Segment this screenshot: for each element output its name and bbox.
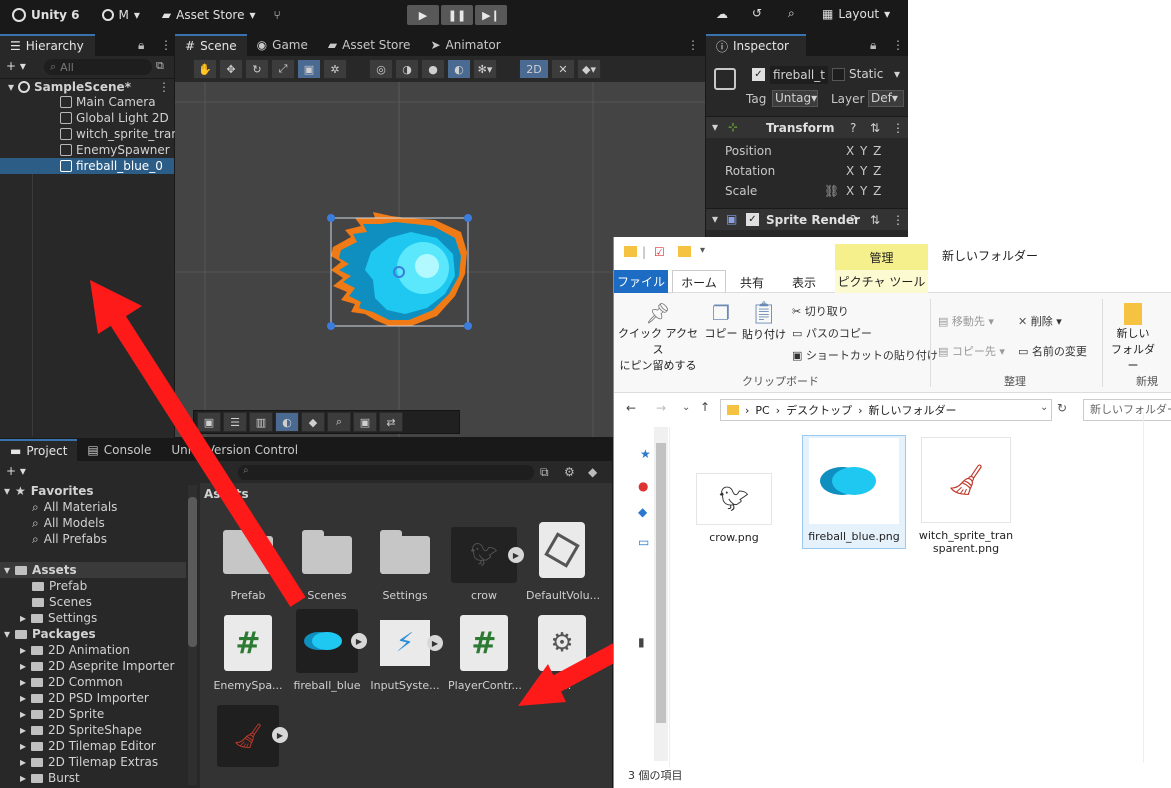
copy-path-button[interactable]: ▭ パスのコピー bbox=[792, 325, 872, 341]
path-segment[interactable]: 新しいフォルダー bbox=[869, 402, 957, 418]
chevron-down-icon[interactable]: ▾ bbox=[700, 245, 705, 256]
chevron-right-icon: › bbox=[775, 403, 781, 417]
divider bbox=[930, 299, 931, 387]
dropbox-icon[interactable]: ◆ bbox=[638, 505, 647, 519]
clipboard-icon: 📋︎ bbox=[750, 301, 778, 326]
drive-icon[interactable]: ▮ bbox=[638, 635, 645, 649]
folder-icon bbox=[624, 246, 637, 257]
tab-label: ピクチャ ツール bbox=[837, 275, 926, 289]
organize-group-label: 整理 bbox=[1004, 375, 1026, 388]
file-item-selected[interactable]: fireball_blue.png bbox=[802, 435, 906, 549]
up-arrow-icon[interactable]: ↑ bbox=[700, 400, 710, 414]
button-label: 新しい フォルダー bbox=[1111, 327, 1155, 372]
divider bbox=[1102, 299, 1103, 387]
button-label: 移動先 bbox=[951, 315, 985, 328]
quick-access-icon[interactable]: ★ bbox=[640, 447, 651, 461]
separator: | bbox=[642, 245, 647, 259]
scissors-icon: ✂ bbox=[792, 305, 805, 318]
arrow-to-hierarchy bbox=[90, 280, 306, 607]
chevron-right-icon: › bbox=[745, 403, 750, 417]
clipboard-group-label: クリップボード bbox=[742, 375, 819, 388]
content-scrollbar[interactable] bbox=[1143, 413, 1171, 763]
shortcut-icon: ▣ bbox=[792, 349, 806, 362]
tab-share[interactable]: 共有 bbox=[740, 274, 764, 291]
refresh-icon[interactable]: ↻ bbox=[1057, 401, 1067, 415]
delete-button[interactable]: ✕ 削除 ▾ bbox=[1018, 313, 1062, 329]
tab-picture-tools[interactable]: ピクチャ ツール bbox=[835, 270, 928, 293]
copy-to-icon: ▤ bbox=[938, 345, 952, 358]
file-item[interactable]: 🧹︎ witch_sprite_transparent.png bbox=[918, 437, 1014, 567]
fireball-icon bbox=[832, 467, 876, 495]
chevron-down-icon[interactable]: ⌄ bbox=[682, 402, 690, 413]
rename-icon: ▭ bbox=[1018, 345, 1032, 358]
cut-button[interactable]: ✂ 切り取り bbox=[792, 303, 849, 319]
path-segment[interactable]: PC bbox=[755, 404, 769, 417]
explorer-titlebar: | ☑ ▾ 管理 新しいフォルダー bbox=[614, 237, 1171, 270]
address-bar[interactable]: › PC › デスクトップ › 新しいフォルダー bbox=[720, 399, 1052, 421]
tab-label: ホーム bbox=[681, 275, 717, 290]
pin-quick-access-button[interactable]: 📌︎ クイック アクセス にピン留めする bbox=[618, 301, 698, 373]
button-label: クイック アクセス にピン留めする bbox=[618, 327, 698, 372]
new-folder-button[interactable]: 新しい フォルダー bbox=[1108, 303, 1158, 373]
button-label: 切り取り bbox=[804, 305, 849, 318]
button-label: ショートカットの貼り付け bbox=[805, 349, 938, 362]
button-label: 名前の変更 bbox=[1031, 345, 1087, 358]
chevron-right-icon: › bbox=[858, 403, 863, 417]
path-icon: ▭ bbox=[792, 327, 806, 340]
status-bar: 3 個の項目 bbox=[628, 769, 683, 782]
rename-button[interactable]: ▭ 名前の変更 bbox=[1018, 343, 1087, 359]
witch-thumbnail: 🧹︎ bbox=[921, 437, 1011, 523]
path-segment[interactable]: デスクトップ bbox=[786, 402, 852, 418]
folder-icon bbox=[727, 405, 739, 415]
button-label: 貼り付け bbox=[742, 328, 786, 341]
pc-icon[interactable]: ▭ bbox=[638, 535, 649, 549]
button-label: コピー先 bbox=[951, 345, 996, 358]
copy-icon: ❐ bbox=[712, 301, 730, 325]
back-arrow-icon[interactable]: ← bbox=[626, 401, 636, 415]
scrollbar-thumb[interactable] bbox=[656, 443, 666, 723]
ribbon-tabs: ファイル ホーム 共有 表示 ピクチャ ツール bbox=[614, 270, 1171, 293]
button-label: パスのコピー bbox=[805, 327, 872, 340]
copy-button[interactable]: ❐ コピー bbox=[704, 301, 738, 341]
ribbon: 📌︎ クイック アクセス にピン留めする ❐ コピー 📋︎ 貼り付け ✂ 切り取り ▭… bbox=[614, 293, 1171, 393]
new-folder-icon bbox=[1124, 303, 1142, 325]
move-to-button[interactable]: ▤ 移動先 ▾ bbox=[938, 313, 994, 329]
new-group-label: 新規 bbox=[1136, 375, 1158, 388]
move-icon: ▤ bbox=[938, 315, 952, 328]
new-folder-icon[interactable] bbox=[678, 246, 691, 257]
tab-label: ファイル bbox=[616, 275, 665, 289]
nav-scrollbar[interactable] bbox=[654, 427, 668, 761]
properties-icon[interactable]: ☑ bbox=[654, 245, 665, 259]
gmail-icon[interactable]: ● bbox=[638, 479, 648, 493]
manage-label: 管理 bbox=[869, 250, 894, 265]
tab-home[interactable]: ホーム bbox=[672, 270, 726, 293]
window-title: 新しいフォルダー bbox=[942, 249, 1039, 263]
chevron-down-icon[interactable]: ⌄ bbox=[1040, 402, 1048, 413]
file-item[interactable]: 🐦︎ crow.png bbox=[694, 437, 774, 557]
delete-icon: ✕ bbox=[1018, 315, 1031, 328]
paste-button[interactable]: 📋︎ 貼り付け bbox=[742, 301, 786, 342]
pin-icon: 📌︎ bbox=[645, 301, 671, 325]
copy-to-button[interactable]: ▤ コピー先 ▾ bbox=[938, 343, 1005, 359]
manage-tab[interactable]: 管理 bbox=[835, 244, 928, 270]
tab-file[interactable]: ファイル bbox=[614, 270, 668, 293]
fireball-thumbnail bbox=[809, 438, 899, 524]
paste-shortcut-button[interactable]: ▣ ショートカットの貼り付け bbox=[792, 347, 938, 363]
button-label: コピー bbox=[704, 327, 738, 340]
forward-arrow-icon[interactable]: → bbox=[656, 401, 666, 415]
file-name: crow.png bbox=[709, 531, 759, 544]
crow-thumbnail: 🐦︎ bbox=[696, 473, 772, 525]
file-name: witch_sprite_transparent.png bbox=[918, 529, 1014, 555]
button-label: 削除 bbox=[1030, 315, 1053, 328]
file-name: fireball_blue.png bbox=[808, 530, 900, 543]
file-explorer-window: | ☑ ▾ 管理 新しいフォルダー ファイル ホーム 共有 表示 ピクチャ ツー… bbox=[613, 237, 1171, 788]
address-row: ← → ⌄ ↑ › PC › デスクトップ › 新しいフォルダー ⌄ ↻ 新しい… bbox=[614, 397, 1171, 423]
tab-view[interactable]: 表示 bbox=[792, 274, 816, 291]
nav-pane: ★ ● ◆ ▭ ▮ bbox=[614, 427, 670, 767]
